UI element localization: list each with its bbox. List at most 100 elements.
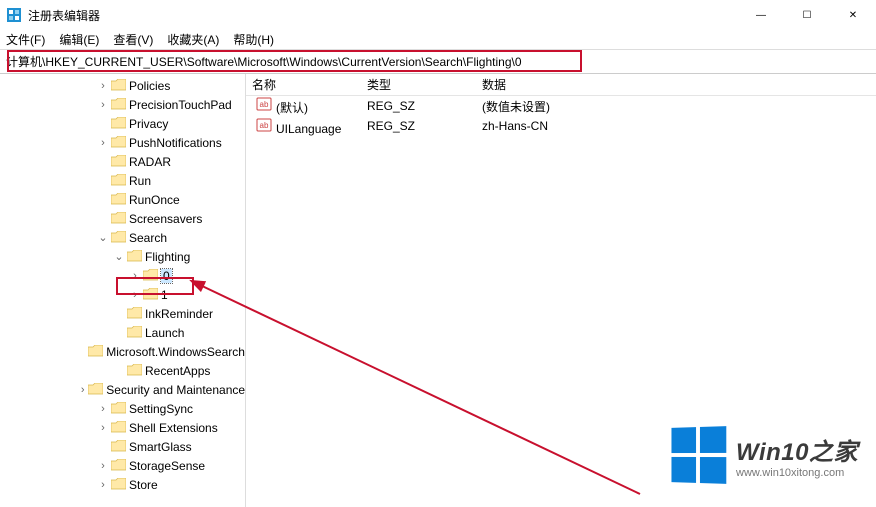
reg-string-icon: ab [256,96,272,112]
tree-item[interactable]: Run [0,171,245,190]
folder-icon [126,307,142,321]
tree-item-label: Privacy [129,117,168,131]
menu-file[interactable]: 文件(F) [6,31,45,48]
tree-item[interactable]: › Store [0,475,245,494]
folder-icon [110,402,126,416]
tree-item-label: PrecisionTouchPad [129,98,232,112]
value-data: zh-Hans-CN [476,119,876,133]
tree-item-label: Shell Extensions [129,421,218,435]
folder-icon [110,478,126,492]
tree-item-label: Screensavers [129,212,202,226]
tree-item[interactable]: Microsoft.WindowsSearch [0,342,245,361]
folder-icon [110,193,126,207]
tree-item-label: Search [129,231,167,245]
tree-item-label: StorageSense [129,459,205,473]
tree-item[interactable]: Launch [0,323,245,342]
tree-pane[interactable]: › Policies › PrecisionTouchPad Privacy › PushN… [0,74,246,507]
expander-icon[interactable]: › [96,421,110,435]
tree-item[interactable]: Privacy [0,114,245,133]
tree-item[interactable]: › Shell Extensions [0,418,245,437]
window-controls: — ☐ ✕ [738,0,876,30]
tree-item-label: SettingSync [129,402,193,416]
folder-icon [126,364,142,378]
tree-item[interactable]: RecentApps [0,361,245,380]
folder-icon [110,174,126,188]
tree-item[interactable]: › SettingSync [0,399,245,418]
menu-edit[interactable]: 编辑(E) [59,31,99,48]
value-name: abUILanguage [246,117,361,136]
tree-item-label: Launch [145,326,184,340]
col-header-type[interactable]: 类型 [361,76,476,93]
tree-item-label: Flighting [145,250,190,264]
tree-item[interactable]: Screensavers [0,209,245,228]
tree-item[interactable]: ›0 [0,266,245,285]
expander-icon[interactable]: › [96,98,110,112]
menu-view[interactable]: 查看(V) [113,31,153,48]
folder-icon [110,136,126,150]
close-button[interactable]: ✕ [830,0,876,30]
folder-icon [110,212,126,226]
reg-string-icon: ab [256,117,272,133]
value-data: (数值未设置) [476,98,876,115]
tree-item[interactable]: › Security and Maintenance [0,380,245,399]
svg-text:ab: ab [260,121,269,130]
tree-item[interactable]: › Policies [0,76,245,95]
list-header: 名称 类型 数据 [246,74,876,96]
tree-item[interactable]: RunOnce [0,190,245,209]
tree-item[interactable]: ⌄ Flighting [0,247,245,266]
tree-item-label: Policies [129,79,170,93]
col-header-data[interactable]: 数据 [476,76,876,93]
expander-icon[interactable]: › [128,288,142,302]
addressbar[interactable]: 计算机\HKEY_CURRENT_USER\Software\Microsoft… [6,53,522,70]
menu-favorites[interactable]: 收藏夹(A) [167,31,219,48]
maximize-button[interactable]: ☐ [784,0,830,30]
tree-item[interactable]: ›1 [0,285,245,304]
expander-icon[interactable]: › [77,383,88,397]
col-header-name[interactable]: 名称 [246,76,361,93]
list-row[interactable]: ab(默认)REG_SZ(数值未设置) [246,96,876,116]
folder-icon [110,117,126,131]
expander-icon[interactable]: › [96,402,110,416]
tree-item-label: InkReminder [145,307,213,321]
expander-icon[interactable]: ⌄ [112,250,126,264]
tree-item-label: Security and Maintenance [106,383,245,397]
titlebar: 注册表编辑器 — ☐ ✕ [0,0,876,30]
tree-item[interactable]: InkReminder [0,304,245,323]
expander-icon[interactable]: › [96,136,110,150]
tree-item[interactable]: › PrecisionTouchPad [0,95,245,114]
list-pane[interactable]: 名称 类型 数据 ab(默认)REG_SZ(数值未设置)abUILanguage… [246,74,876,507]
tree-item-label: Run [129,174,151,188]
folder-icon [110,98,126,112]
folder-icon [142,288,158,302]
tree-item[interactable]: › PushNotifications [0,133,245,152]
value-type: REG_SZ [361,99,476,113]
tree-item-label: PushNotifications [129,136,222,150]
expander-icon[interactable]: › [96,478,110,492]
expander-icon[interactable]: › [96,459,110,473]
svg-text:ab: ab [260,100,269,109]
expander-icon[interactable]: › [96,79,110,93]
folder-icon [110,155,126,169]
tree-item[interactable]: RADAR [0,152,245,171]
window-title: 注册表编辑器 [28,7,100,24]
expander-icon[interactable]: ⌄ [96,231,110,245]
tree-item[interactable]: › StorageSense [0,456,245,475]
expander-icon[interactable]: › [128,269,142,283]
tree-item-label: Microsoft.WindowsSearch [106,345,245,359]
list-row[interactable]: abUILanguageREG_SZzh-Hans-CN [246,116,876,136]
addressbar-container: 计算机\HKEY_CURRENT_USER\Software\Microsoft… [0,50,876,74]
tree-item-label: 1 [161,288,168,302]
tree-item[interactable]: SmartGlass [0,437,245,456]
folder-icon [126,326,142,340]
tree-item-label: Store [129,478,158,492]
folder-icon [110,459,126,473]
tree-item-label: RADAR [129,155,171,169]
folder-icon [110,231,126,245]
tree-item-label: RecentApps [145,364,210,378]
menu-help[interactable]: 帮助(H) [233,31,274,48]
value-name: ab(默认) [246,96,361,116]
tree-item[interactable]: ⌄ Search [0,228,245,247]
minimize-button[interactable]: — [738,0,784,30]
folder-icon [142,269,158,283]
content-area: › Policies › PrecisionTouchPad Privacy › PushN… [0,74,876,507]
